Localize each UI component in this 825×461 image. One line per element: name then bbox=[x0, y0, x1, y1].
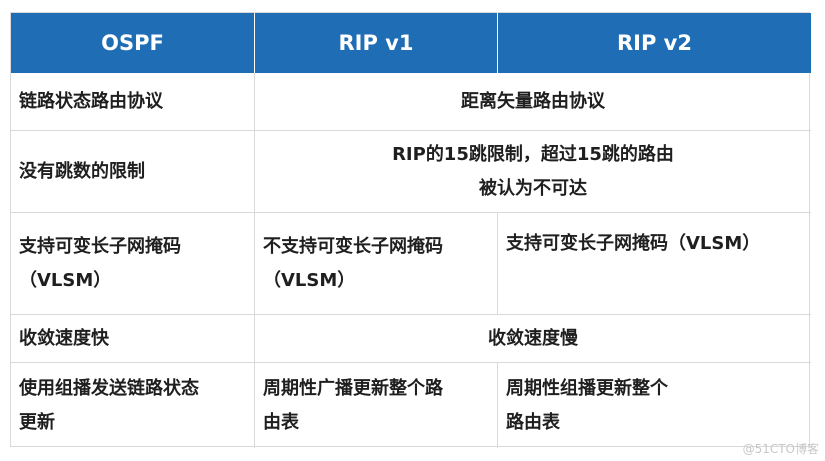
row4-ospf-cell: 收敛速度快 bbox=[11, 315, 255, 363]
row4-rip-cell: 收敛速度慢 bbox=[255, 315, 811, 363]
comparison-table: OSPF RIP v1 RIP v2 链路状态路由协议 距离矢量路由协议 没有跳… bbox=[10, 12, 811, 448]
row3-rip-v1-text-line2: （VLSM） bbox=[263, 269, 356, 291]
row2-rip-text-line1: RIP的15跳限制，超过15跳的路由 bbox=[392, 143, 674, 165]
row1-rip-cell: 距离矢量路由协议 bbox=[255, 73, 811, 131]
row5-ospf-cell: 使用组播发送链路状态 更新 bbox=[11, 363, 255, 448]
watermark: @51CTO博客 bbox=[742, 442, 819, 456]
row5-rip-v2-cell: 周期性组播更新整个 路由表 bbox=[498, 363, 811, 448]
row3-ospf-text-line2: （VLSM） bbox=[19, 269, 112, 291]
row1-rip-text: 距离矢量路由协议 bbox=[461, 90, 605, 112]
row4-rip-text: 收敛速度慢 bbox=[488, 327, 578, 349]
row2-ospf-cell: 没有跳数的限制 bbox=[11, 131, 255, 213]
row3-ospf-text-line1: 支持可变长子网掩码 bbox=[19, 235, 181, 257]
row3-rip-v2-text: 支持可变长子网掩码（VLSM） bbox=[506, 233, 761, 254]
row5-ospf-text-line2: 更新 bbox=[19, 411, 55, 433]
row4-ospf-text: 收敛速度快 bbox=[19, 327, 109, 349]
row2-rip-text-line2: 被认为不可达 bbox=[479, 177, 587, 199]
row5-rip-v1-cell: 周期性广播更新整个路 由表 bbox=[255, 363, 498, 448]
row5-ospf-text-line1: 使用组播发送链路状态 bbox=[19, 377, 199, 399]
row3-ospf-cell: 支持可变长子网掩码 （VLSM） bbox=[11, 213, 255, 315]
row3-rip-v1-text-line1: 不支持可变长子网掩码 bbox=[263, 235, 443, 257]
row3-rip-v2-cell: 支持可变长子网掩码（VLSM） bbox=[498, 213, 811, 315]
row2-rip-cell: RIP的15跳限制，超过15跳的路由 被认为不可达 bbox=[255, 131, 811, 213]
header-rip-v2: RIP v2 bbox=[498, 13, 811, 73]
row5-rip-v2-text-line2: 路由表 bbox=[506, 411, 560, 433]
header-ospf: OSPF bbox=[11, 13, 255, 73]
row2-ospf-text: 没有跳数的限制 bbox=[19, 160, 145, 182]
row1-ospf-text: 链路状态路由协议 bbox=[19, 90, 163, 112]
row3-rip-v1-cell: 不支持可变长子网掩码 （VLSM） bbox=[255, 213, 498, 315]
row5-rip-v2-text-line1: 周期性组播更新整个 bbox=[506, 377, 668, 399]
row1-ospf-cell: 链路状态路由协议 bbox=[11, 73, 255, 131]
row5-rip-v1-text-line2: 由表 bbox=[263, 411, 299, 433]
header-rip-v1: RIP v1 bbox=[255, 13, 498, 73]
row5-rip-v1-text-line1: 周期性广播更新整个路 bbox=[263, 377, 443, 399]
